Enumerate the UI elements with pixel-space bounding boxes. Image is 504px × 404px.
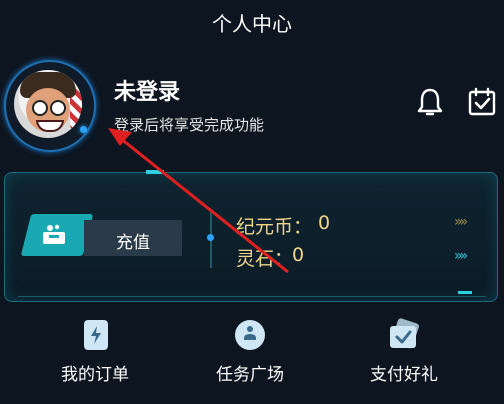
stone-value: 0	[292, 244, 305, 266]
card-divider	[18, 296, 486, 297]
card-accent	[458, 291, 472, 294]
gift-ticket-icon[interactable]	[386, 318, 422, 352]
stone-more-chevron-icon[interactable]: »»	[454, 248, 468, 264]
quick-action-orders[interactable]: 我的订单	[40, 360, 150, 385]
avatar[interactable]	[14, 70, 82, 138]
calendar-check-icon[interactable]	[466, 86, 498, 118]
wallet-icon	[43, 224, 65, 244]
order-icon[interactable]	[78, 318, 114, 352]
recharge-label[interactable]: 充值	[84, 228, 182, 253]
stone-label: 灵石：	[236, 248, 294, 270]
quick-action-tasks[interactable]: 任务广场	[195, 360, 305, 385]
task-icon[interactable]	[232, 318, 268, 352]
quick-action-payment-gift[interactable]: 支付好礼	[349, 360, 459, 385]
coin-more-chevron-icon[interactable]: »»	[454, 214, 468, 230]
login-hint: 登录后将享受完成功能	[114, 116, 265, 134]
wallet-divider-dot	[207, 234, 214, 241]
coin-label: 纪元币：	[236, 216, 313, 238]
login-status[interactable]: 未登录	[114, 74, 180, 106]
coin-value: 0	[318, 212, 331, 234]
avatar-status-dot	[80, 126, 87, 133]
page-title: 个人中心	[212, 12, 292, 36]
card-notch	[146, 170, 164, 174]
bell-icon[interactable]	[414, 86, 446, 118]
